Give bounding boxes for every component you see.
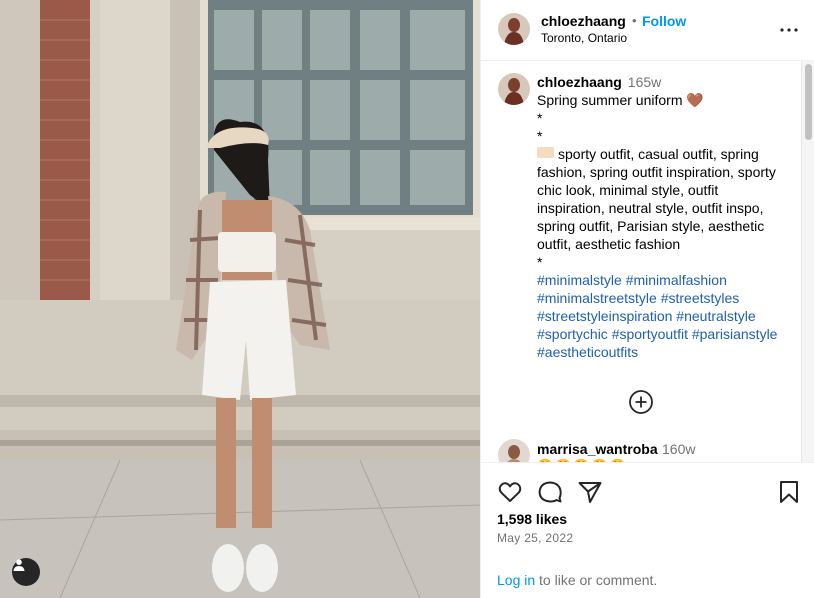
share-icon[interactable] [577,479,603,505]
hashtag-link[interactable]: #parisianstyle [692,326,778,342]
commenter-avatar[interactable] [498,439,530,462]
separator-dot: • [632,13,637,28]
caption-separator: * [537,110,543,126]
bookmark-icon[interactable] [776,479,802,505]
caption-separator: * [537,128,543,144]
hashtag-link[interactable]: #neutralstyle [676,308,755,324]
post-date[interactable]: May 25, 2022 [497,531,573,545]
caption: chloezhaang 165w Spring summer uniform 🤎 … [537,73,785,361]
post-header: chloezhaang • Follow Toronto, Ontario [481,0,814,61]
commenter-username[interactable]: marrisa_wantroba [537,441,658,457]
keywords-text: sporty outfit, casual outfit, spring fas… [537,146,776,252]
location-link[interactable]: Toronto, Ontario [541,31,627,45]
author-username[interactable]: chloezhaang [541,13,626,29]
more-options-icon[interactable] [777,18,801,42]
post-photo[interactable] [0,0,480,598]
follow-button[interactable]: Follow [642,13,686,29]
comment-icon[interactable] [537,479,563,505]
user-tags-button[interactable] [12,558,40,586]
comment-time[interactable]: 160w [662,441,695,457]
caption-keywords: sporty outfit, casual outfit, spring fas… [537,145,785,253]
hashtag-link[interactable]: #minimalstreetstyle [537,290,657,306]
login-prompt: Log in to like or comment. [497,572,657,588]
caption-separator: * [537,254,543,270]
action-bar: 1,598 likes May 25, 2022 Log in to like … [481,462,814,598]
label-emoji-icon [537,147,554,158]
likes-count[interactable]: 1,598 likes [497,511,567,527]
load-more-comments-icon[interactable] [628,389,654,415]
hashtag-link[interactable]: #aestheticoutfits [537,344,638,360]
hashtag-link[interactable]: #minimalfashion [626,272,727,288]
caption-username[interactable]: chloezhaang [537,74,622,90]
caption-avatar[interactable] [498,73,530,105]
author-avatar[interactable] [498,13,530,45]
hashtag-link[interactable]: #streetstyles [661,290,740,306]
hashtag-link[interactable]: #sportyoutfit [612,326,688,342]
caption-title: Spring summer uniform 🤎 [537,92,704,108]
heart-icon[interactable] [497,479,523,505]
user-tag-icon [13,559,25,571]
comments-scrollbar[interactable] [801,61,814,462]
login-prompt-text: to like or comment. [535,572,658,588]
post-sidebar: chloezhaang • Follow Toronto, Ontario ch… [480,0,814,598]
hashtag-link[interactable]: #minimalstyle [537,272,622,288]
hashtag-link[interactable]: #streetstyleinspiration [537,308,672,324]
hashtag-link[interactable]: #sportychic [537,326,608,342]
post-image [0,0,480,598]
scrollbar-thumb[interactable] [805,64,812,140]
login-link[interactable]: Log in [497,572,535,588]
caption-time[interactable]: 165w [628,74,661,90]
hashtag-list: #minimalstyle #minimalfashion #minimalst… [537,271,785,361]
comments-section[interactable]: chloezhaang 165w Spring summer uniform 🤎 … [481,61,814,462]
